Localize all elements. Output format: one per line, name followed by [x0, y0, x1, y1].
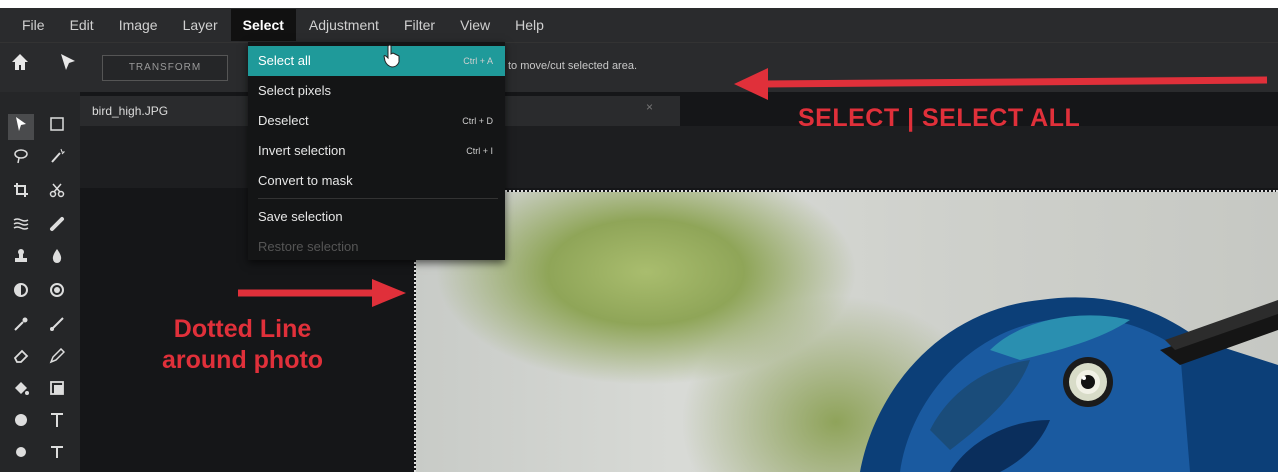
eyedropper-icon[interactable]: [8, 314, 34, 340]
dodge-tool-icon[interactable]: [8, 280, 34, 306]
menu-view[interactable]: View: [460, 9, 490, 41]
annotation-select-all-label: SELECT | SELECT ALL: [798, 104, 1081, 132]
transform-button[interactable]: TRANSFORM: [102, 55, 228, 81]
bird-photo-subject: [860, 297, 1278, 472]
crop-tool-icon[interactable]: [8, 180, 34, 206]
pencil-tool-icon[interactable]: [44, 346, 70, 372]
menu-item-shortcut: Ctrl + A: [463, 56, 493, 66]
brush-tool-icon[interactable]: [44, 314, 70, 340]
menu-file[interactable]: File: [22, 9, 45, 41]
hand-tool-icon[interactable]: [8, 442, 34, 468]
document-tab-label: bird_high.JPG: [92, 104, 169, 118]
menu-edit[interactable]: Edit: [70, 9, 94, 41]
scissors-icon[interactable]: [44, 180, 70, 206]
hand-cursor-icon: [382, 44, 402, 74]
menu-item-label: Restore selection: [258, 239, 359, 254]
photo-editor-app: File Edit Image Layer Select Adjustment …: [0, 0, 1278, 472]
menu-item-label: Select all: [258, 53, 311, 68]
sponge-tool-icon[interactable]: [44, 280, 70, 306]
annotation-dotted-line-label: Dotted Line around photo: [162, 314, 323, 376]
eraser-tool-icon[interactable]: [8, 346, 34, 372]
menu-item-shortcut: Ctrl + I: [466, 146, 493, 156]
menu-item-label: Deselect: [258, 113, 309, 128]
menu-item-convert-to-mask[interactable]: Convert to mask: [248, 166, 505, 196]
selection-dotted-line-top: [414, 190, 1278, 192]
annotation-line-1: Dotted Line: [173, 315, 312, 343]
menu-item-restore-selection: Restore selection: [248, 232, 505, 262]
select-menu-dropdown: Select all Ctrl + A Select pixels Desele…: [248, 42, 505, 260]
annotation-arrow-top: [734, 68, 1268, 100]
text-tool-icon[interactable]: [44, 410, 70, 436]
menu-item-select-all[interactable]: Select all Ctrl + A: [248, 46, 505, 76]
liquify-tool-icon[interactable]: [8, 214, 34, 240]
menu-item-deselect[interactable]: Deselect Ctrl + D: [248, 106, 505, 136]
shape-tool-icon[interactable]: [8, 410, 34, 436]
menu-help[interactable]: Help: [515, 9, 544, 41]
menu-filter[interactable]: Filter: [404, 9, 435, 41]
clone-stamp-icon[interactable]: [8, 246, 34, 272]
menu-select[interactable]: Select: [230, 9, 296, 41]
gradient-tool-icon[interactable]: [44, 378, 70, 404]
lasso-tool-icon[interactable]: [8, 146, 34, 172]
annotation-arrow-left: [238, 279, 406, 307]
menu-separator: [258, 198, 498, 199]
marquee-tool-icon[interactable]: [44, 114, 70, 140]
annotation-line-2: around photo: [162, 346, 324, 374]
magic-wand-icon[interactable]: [44, 146, 70, 172]
window-top-edge: [0, 0, 1278, 8]
menu-item-shortcut: Ctrl + D: [462, 116, 493, 126]
menu-item-select-pixels[interactable]: Select pixels: [248, 76, 505, 106]
move-tool-icon[interactable]: [56, 52, 80, 76]
menu-item-invert-selection[interactable]: Invert selection Ctrl + I: [248, 136, 505, 166]
menu-item-label: Invert selection: [258, 143, 346, 158]
healing-brush-icon[interactable]: [44, 214, 70, 240]
menu-item-label: Convert to mask: [258, 173, 353, 188]
type-tool-icon[interactable]: [44, 442, 70, 468]
pointer-tool-icon[interactable]: [8, 114, 34, 140]
blur-drop-icon[interactable]: [44, 246, 70, 272]
home-icon[interactable]: [8, 52, 32, 76]
menu-image[interactable]: Image: [119, 9, 158, 41]
document-close-icon[interactable]: ×: [646, 100, 653, 114]
menu-bar: File Edit Image Layer Select Adjustment …: [0, 8, 1278, 42]
menu-item-save-selection[interactable]: Save selection: [248, 202, 505, 232]
menu-adjustment[interactable]: Adjustment: [309, 9, 379, 41]
menu-item-label: Save selection: [258, 209, 343, 224]
tool-hint-text: to move/cut selected area.: [508, 60, 638, 72]
menu-layer[interactable]: Layer: [183, 9, 218, 41]
paint-bucket-icon[interactable]: [8, 378, 34, 404]
menu-item-label: Select pixels: [258, 83, 331, 98]
